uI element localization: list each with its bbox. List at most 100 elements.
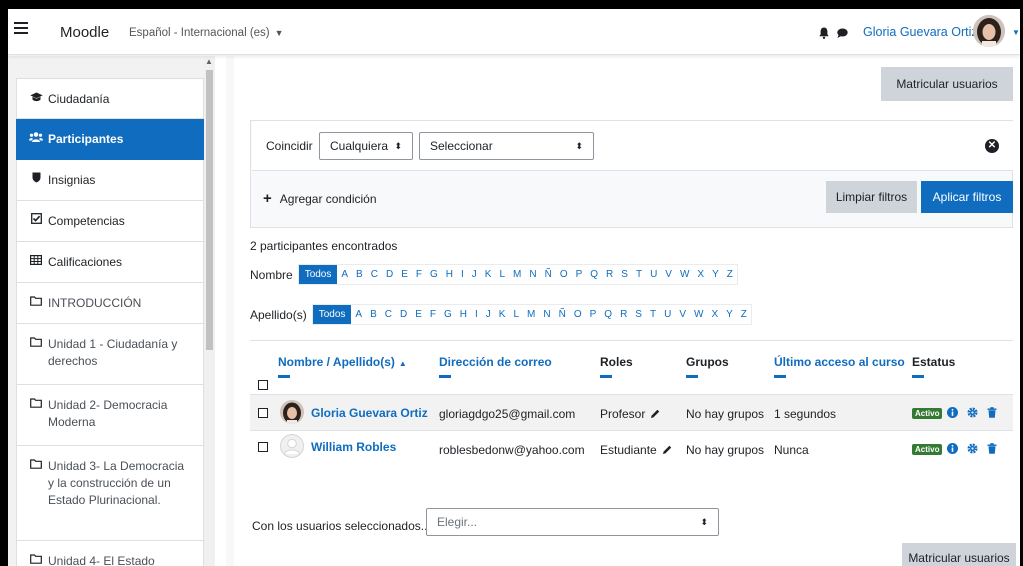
lastname-initial-letter[interactable]: O xyxy=(570,305,586,324)
apply-filters-button[interactable]: Aplicar filtros xyxy=(921,181,1013,213)
firstname-initial-letter[interactable]: X xyxy=(693,265,708,284)
site-name[interactable]: Moodle xyxy=(60,24,109,41)
trash-icon[interactable] xyxy=(987,443,997,454)
header-email[interactable]: Dirección de correo xyxy=(439,355,552,378)
user-menu-chevron-icon[interactable]: ▼ xyxy=(1012,28,1020,37)
firstname-initial-letter[interactable]: C xyxy=(367,265,382,284)
default-user-avatar[interactable] xyxy=(280,434,304,458)
drawer-scrollbar-thumb[interactable] xyxy=(206,70,213,350)
pencil-icon[interactable] xyxy=(650,409,660,419)
main-scrollbar[interactable] xyxy=(226,56,234,566)
language-menu[interactable]: Español - Internacional (es) ▼ xyxy=(129,27,284,39)
hamburger-menu-icon[interactable] xyxy=(14,22,28,36)
firstname-initial-letter[interactable]: B xyxy=(352,265,367,284)
remove-condition-close-icon[interactable]: ✕ xyxy=(985,139,999,153)
drawer-scrollbar[interactable]: ▲ xyxy=(204,56,215,566)
firstname-initial-letter[interactable]: N xyxy=(525,265,540,284)
enrol-users-button-bottom[interactable]: Matricular usuarios xyxy=(902,543,1016,566)
gear-icon[interactable] xyxy=(967,407,978,418)
nav-item-unidad-1[interactable]: Unidad 1 - Ciudadanía y derechos xyxy=(16,324,204,385)
lastname-initial-all[interactable]: Todos xyxy=(312,305,352,324)
scroll-up-arrow-icon[interactable]: ▲ xyxy=(205,57,213,66)
firstname-initial-letter[interactable]: P xyxy=(572,265,587,284)
firstname-initial-letter[interactable]: S xyxy=(617,265,632,284)
lastname-initial-letter[interactable]: A xyxy=(351,305,366,324)
user-avatar[interactable] xyxy=(973,15,1005,47)
firstname-initial-letter[interactable]: W xyxy=(676,265,693,284)
lastname-initial-letter[interactable]: Z xyxy=(737,305,751,324)
lastname-initial-letter[interactable]: B xyxy=(366,305,381,324)
participant-name-link[interactable]: Gloria Guevara Ortiz xyxy=(311,406,428,420)
lastname-initial-letter[interactable]: Y xyxy=(722,305,737,324)
trash-icon[interactable] xyxy=(987,407,997,418)
lastname-initial-letter[interactable]: W xyxy=(690,305,707,324)
lastname-initial-letter[interactable]: U xyxy=(660,305,675,324)
firstname-initial-letter[interactable]: H xyxy=(442,265,457,284)
participant-name-link[interactable]: William Robles xyxy=(311,440,396,454)
firstname-initial-letter[interactable]: O xyxy=(556,265,572,284)
user-name[interactable]: Gloria Guevara Ortiz xyxy=(863,25,978,39)
lastname-initial-letter[interactable]: V xyxy=(675,305,690,324)
firstname-initial-letter[interactable]: I xyxy=(457,265,468,284)
firstname-initial-letter[interactable]: T xyxy=(632,265,646,284)
lastname-initial-letter[interactable]: J xyxy=(482,305,495,324)
row-checkbox[interactable] xyxy=(258,408,268,418)
nav-item-insignias[interactable]: Insignias xyxy=(16,160,204,201)
lastname-initial-letter[interactable]: H xyxy=(456,305,471,324)
pencil-icon[interactable] xyxy=(662,445,672,455)
lastname-initial-letter[interactable]: Ñ xyxy=(555,305,570,324)
user-avatar[interactable] xyxy=(280,400,304,424)
firstname-initial-all[interactable]: Todos xyxy=(298,265,338,284)
lastname-initial-letter[interactable]: R xyxy=(616,305,631,324)
lastname-initial-letter[interactable]: S xyxy=(631,305,646,324)
clear-filters-button[interactable]: Limpiar filtros xyxy=(826,181,917,213)
nav-item-competencias[interactable]: Competencias xyxy=(16,201,204,242)
lastname-initial-letter[interactable]: K xyxy=(495,305,510,324)
gear-icon[interactable] xyxy=(967,443,978,454)
nav-item-unidad-2[interactable]: Unidad 2- Democracia Moderna xyxy=(16,385,204,446)
lastname-initial-letter[interactable]: I xyxy=(471,305,482,324)
lastname-initial-letter[interactable]: L xyxy=(509,305,523,324)
header-last-access-collapse-icon[interactable] xyxy=(774,375,786,378)
lastname-initial-letter[interactable]: X xyxy=(707,305,722,324)
firstname-initial-letter[interactable]: D xyxy=(382,265,397,284)
lastname-initial-letter[interactable]: F xyxy=(426,305,440,324)
firstname-initial-letter[interactable]: L xyxy=(495,265,509,284)
lastname-initial-letter[interactable]: T xyxy=(646,305,660,324)
firstname-initial-letter[interactable]: Y xyxy=(708,265,723,284)
lastname-initial-letter[interactable]: N xyxy=(539,305,554,324)
firstname-initial-letter[interactable]: Z xyxy=(723,265,737,284)
header-status-collapse-icon[interactable] xyxy=(912,375,924,378)
info-icon[interactable] xyxy=(947,407,958,418)
header-name[interactable]: Nombre / Apellido(s) ▲ xyxy=(278,355,407,378)
firstname-initial-letter[interactable]: K xyxy=(481,265,496,284)
lastname-initial-letter[interactable]: Q xyxy=(600,305,616,324)
enrol-users-button-top[interactable]: Matricular usuarios xyxy=(881,67,1013,101)
firstname-initial-letter[interactable]: Ñ xyxy=(541,265,556,284)
firstname-initial-letter[interactable]: Q xyxy=(586,265,602,284)
firstname-initial-letter[interactable]: J xyxy=(468,265,481,284)
bell-icon[interactable] xyxy=(819,27,829,39)
chat-icon[interactable] xyxy=(837,28,848,38)
nav-item-participantes[interactable]: Participantes xyxy=(16,119,204,160)
bulk-action-select[interactable]: Elegir... ⬍ xyxy=(426,508,719,536)
header-roles-collapse-icon[interactable] xyxy=(600,375,612,378)
lastname-initial-letter[interactable]: M xyxy=(523,305,539,324)
header-groups-collapse-icon[interactable] xyxy=(686,375,698,378)
lastname-initial-letter[interactable]: D xyxy=(396,305,411,324)
header-last-access[interactable]: Último acceso al curso xyxy=(774,355,905,378)
firstname-initial-letter[interactable]: V xyxy=(661,265,676,284)
nav-item-unidad-3[interactable]: Unidad 3- La Democracia y la construcció… xyxy=(16,446,204,541)
nav-item-calificaciones[interactable]: Calificaciones xyxy=(16,242,204,283)
lastname-initial-letter[interactable]: E xyxy=(411,305,426,324)
nav-item-unidad-4[interactable]: Unidad 4- El Estado xyxy=(16,541,204,566)
lastname-initial-letter[interactable]: P xyxy=(586,305,601,324)
row-checkbox[interactable] xyxy=(258,442,268,452)
firstname-initial-letter[interactable]: E xyxy=(397,265,412,284)
nav-item-ciudadania[interactable]: Ciudadanía xyxy=(16,78,204,119)
info-icon[interactable] xyxy=(947,443,958,454)
firstname-initial-letter[interactable]: U xyxy=(646,265,661,284)
firstname-initial-letter[interactable]: M xyxy=(509,265,525,284)
header-name-collapse-icon[interactable] xyxy=(278,375,290,378)
match-select[interactable]: Cualquiera ⬍ xyxy=(319,132,413,160)
